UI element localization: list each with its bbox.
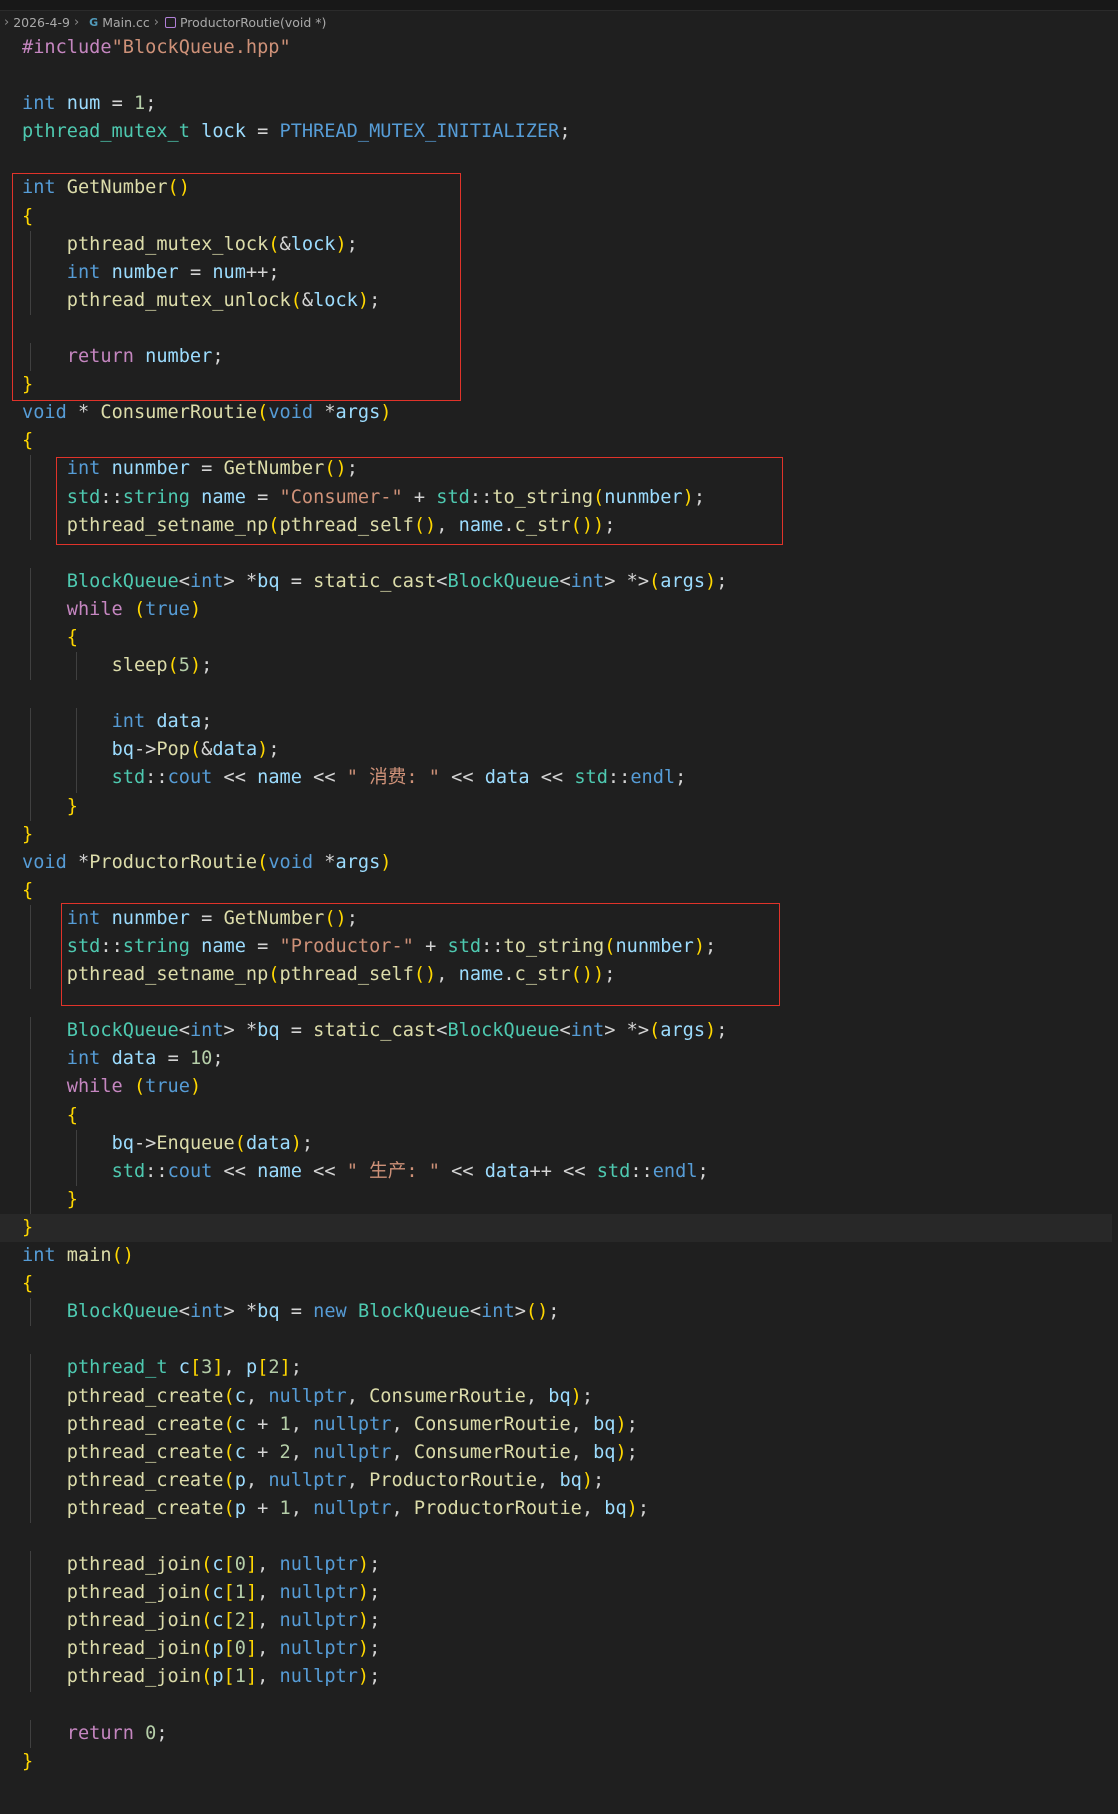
annotation-box-productor-setname — [61, 903, 780, 1006]
breadcrumb-folder[interactable]: 2026-4-9 — [13, 15, 70, 30]
code-line[interactable]: pthread_create(c + 2, nullptr, ConsumerR… — [22, 1438, 1112, 1467]
method-symbol-icon — [164, 16, 176, 28]
indent-guide — [30, 1466, 31, 1495]
indent-guide — [30, 1719, 31, 1748]
code-line[interactable] — [22, 1523, 1112, 1551]
chevron-right-icon: › — [73, 14, 80, 30]
indent-guide — [76, 708, 77, 737]
code-line[interactable] — [22, 1326, 1112, 1354]
code-line[interactable]: int data; — [22, 708, 1112, 737]
breadcrumb-file[interactable]: Main.cc — [102, 15, 150, 30]
code-line[interactable]: int data = 10; — [22, 1045, 1112, 1074]
code-line[interactable]: pthread_t c[3], p[2]; — [22, 1354, 1112, 1383]
code-line[interactable]: pthread_create(p, nullptr, ProductorRout… — [22, 1466, 1112, 1495]
code-line[interactable]: #include"BlockQueue.hpp" — [22, 34, 1112, 62]
code-line[interactable]: pthread_join(c[2], nullptr); — [22, 1607, 1112, 1636]
indent-guide — [30, 1635, 31, 1664]
code-line[interactable]: BlockQueue<int> *bq = static_cast<BlockQ… — [22, 567, 1112, 596]
indent-guide — [30, 1298, 31, 1327]
code-line[interactable]: pthread_join(c[1], nullptr); — [22, 1579, 1112, 1608]
code-line[interactable]: } — [22, 792, 1112, 821]
code-line[interactable]: bq->Enqueue(data); — [22, 1129, 1112, 1158]
indent-guide — [30, 511, 31, 540]
code-line[interactable]: } — [0, 1213, 1112, 1243]
indent-guide — [30, 1354, 31, 1383]
indent-guide — [76, 1129, 77, 1158]
code-line[interactable]: pthread_join(p[0], nullptr); — [22, 1635, 1112, 1664]
annotation-box-consumer-setname — [56, 457, 783, 545]
code-line[interactable]: std::cout << name << " 消费: " << data << … — [22, 764, 1112, 793]
chevron-right-icon: › — [4, 14, 10, 30]
code-line[interactable]: bq->Pop(&data); — [22, 736, 1112, 765]
code-line[interactable]: } — [22, 1748, 1112, 1776]
indent-guide — [30, 736, 31, 765]
code-line[interactable]: { — [22, 1101, 1112, 1130]
code-line[interactable]: sleep(5); — [22, 652, 1112, 681]
indent-guide — [30, 792, 31, 821]
code-line[interactable] — [22, 1692, 1112, 1720]
indent-guide — [30, 1185, 31, 1214]
code-line[interactable]: pthread_mutex_t lock = PTHREAD_MUTEX_INI… — [22, 118, 1112, 146]
code-line[interactable]: while (true) — [22, 1073, 1112, 1102]
indent-guide — [30, 933, 31, 962]
code-line[interactable]: BlockQueue<int> *bq = static_cast<BlockQ… — [22, 1017, 1112, 1046]
indent-guide — [30, 764, 31, 793]
indent-guide — [30, 961, 31, 990]
breadcrumb: › 2026-4-9 › G Main.cc › ProductorRoutie… — [0, 12, 1118, 32]
indent-guide — [30, 1017, 31, 1046]
breadcrumb-symbol[interactable]: ProductorRoutie(void *) — [180, 15, 326, 30]
indent-guide — [30, 567, 31, 596]
code-line[interactable] — [22, 680, 1112, 708]
annotation-box-getnumber — [12, 173, 461, 401]
code-line[interactable]: int main() — [22, 1242, 1112, 1270]
indent-guide — [76, 736, 77, 765]
code-line[interactable]: void * ConsumerRoutie(void *args) — [22, 399, 1112, 427]
code-line[interactable]: return 0; — [22, 1719, 1112, 1748]
indent-guide — [30, 904, 31, 933]
code-line[interactable]: BlockQueue<int> *bq = new BlockQueue<int… — [22, 1298, 1112, 1327]
code-line[interactable]: } — [22, 1185, 1112, 1214]
indent-guide — [30, 1551, 31, 1580]
code-line[interactable]: pthread_create(p + 1, nullptr, Productor… — [22, 1494, 1112, 1523]
chevron-right-icon: › — [153, 14, 159, 30]
indent-guide — [30, 708, 31, 737]
indent-guide — [30, 652, 31, 681]
indent-guide — [30, 1157, 31, 1186]
code-line[interactable]: while (true) — [22, 595, 1112, 624]
indent-guide — [30, 1129, 31, 1158]
indent-guide — [30, 1494, 31, 1523]
indent-guide — [30, 1438, 31, 1467]
indent-guide — [76, 652, 77, 681]
indent-guide — [30, 1045, 31, 1074]
code-line[interactable]: void *ProductorRoutie(void *args) — [22, 849, 1112, 877]
code-line[interactable]: { — [22, 1270, 1112, 1298]
indent-guide — [30, 595, 31, 624]
indent-guide — [30, 1410, 31, 1439]
tab-bar-edge — [0, 0, 1118, 11]
cpp-file-icon: G — [89, 15, 99, 29]
code-line[interactable]: pthread_join(p[1], nullptr); — [22, 1663, 1112, 1692]
indent-guide — [30, 623, 31, 653]
code-line[interactable] — [22, 62, 1112, 90]
indent-guide — [30, 1382, 31, 1411]
code-line[interactable]: std::cout << name << " 生产: " << data++ <… — [22, 1157, 1112, 1186]
indent-guide — [30, 1579, 31, 1608]
code-line[interactable]: } — [22, 821, 1112, 849]
code-line[interactable]: { — [22, 623, 1112, 653]
code-line[interactable] — [22, 146, 1112, 174]
indent-guide — [30, 1101, 31, 1130]
code-line[interactable]: pthread_create(c + 1, nullptr, ConsumerR… — [22, 1410, 1112, 1439]
indent-guide — [30, 483, 31, 512]
code-line[interactable]: pthread_create(c, nullptr, ConsumerRouti… — [22, 1382, 1112, 1411]
code-line[interactable]: { — [22, 877, 1112, 905]
code-line[interactable]: pthread_join(c[0], nullptr); — [22, 1551, 1112, 1580]
indent-guide — [30, 1073, 31, 1102]
indent-guide — [76, 764, 77, 793]
indent-guide — [30, 1607, 31, 1636]
code-line[interactable]: { — [22, 427, 1112, 455]
indent-guide — [30, 455, 31, 484]
indent-guide — [30, 1663, 31, 1692]
indent-guide — [76, 1157, 77, 1186]
code-line[interactable]: int num = 1; — [22, 90, 1112, 118]
